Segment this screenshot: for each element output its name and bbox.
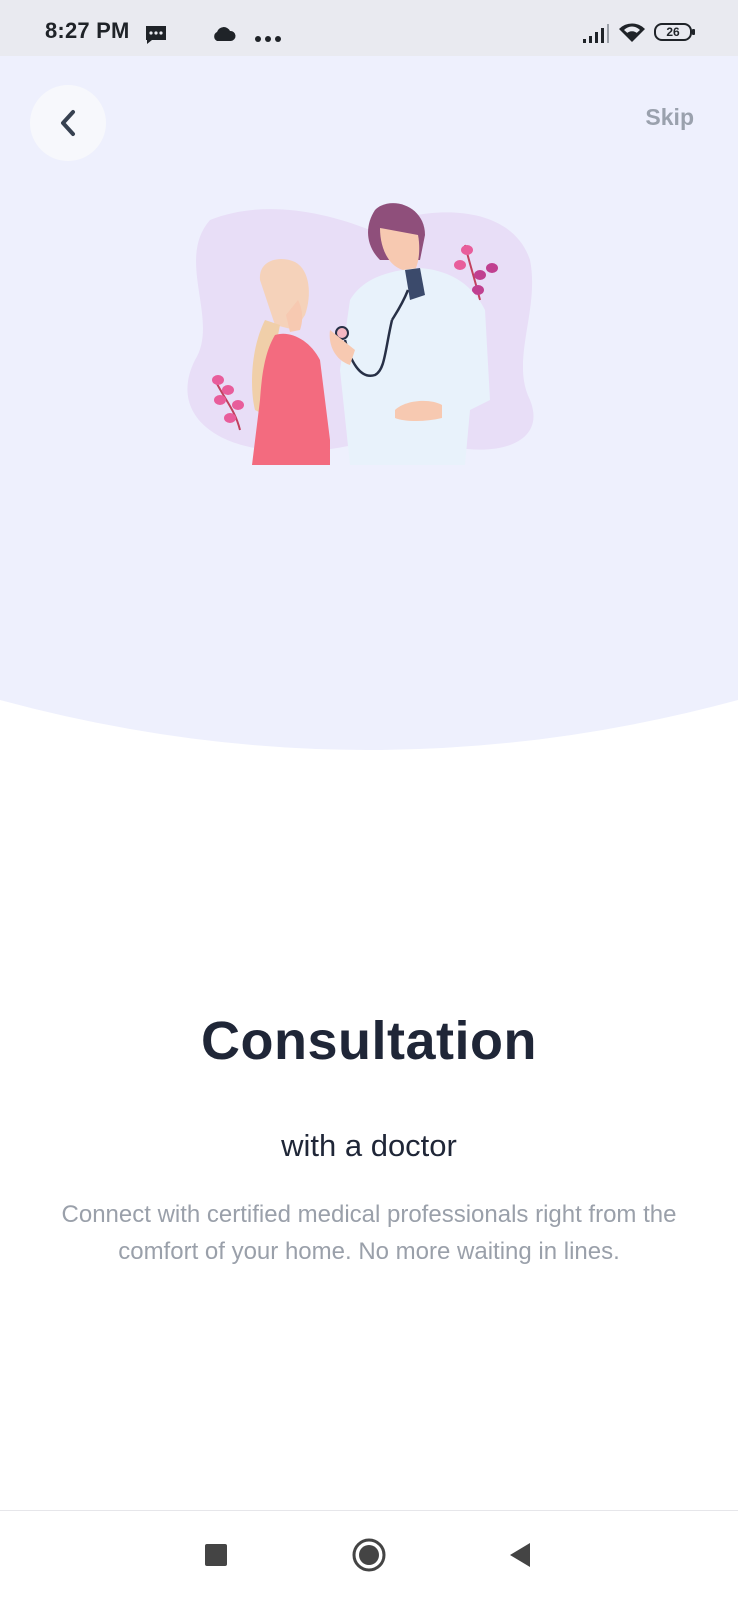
battery-level: 26	[666, 25, 680, 39]
home-button[interactable]	[352, 1538, 386, 1572]
battery-icon: 26	[654, 23, 696, 41]
chevron-left-icon	[61, 110, 75, 136]
more-dots-icon	[254, 30, 282, 48]
back-icon	[510, 1543, 530, 1567]
signal-icon	[582, 22, 610, 49]
onboarding-title: Consultation	[201, 1011, 537, 1071]
message-icon	[144, 24, 168, 51]
back-button[interactable]	[30, 85, 106, 161]
status-time: 8:27 PM	[45, 18, 130, 43]
home-icon	[352, 1538, 386, 1572]
onboarding-subtitle: with a doctor	[281, 1128, 457, 1163]
system-navigation-bar	[0, 1510, 738, 1600]
wifi-icon	[618, 22, 646, 49]
status-bar: 8:27 PM 26	[0, 0, 738, 56]
skip-button[interactable]: Skip	[645, 104, 694, 131]
doctor-patient-illustration	[187, 203, 534, 465]
onboarding-description: Connect with certified medical professio…	[61, 1201, 677, 1265]
recent-apps-button[interactable]	[204, 1543, 228, 1567]
back-nav-button[interactable]	[508, 1542, 532, 1568]
cloud-icon	[211, 26, 237, 47]
onboarding-screen: 8:27 PM 26 Skip Consultation with a doct…	[0, 0, 738, 1600]
recent-apps-icon	[205, 1544, 227, 1566]
